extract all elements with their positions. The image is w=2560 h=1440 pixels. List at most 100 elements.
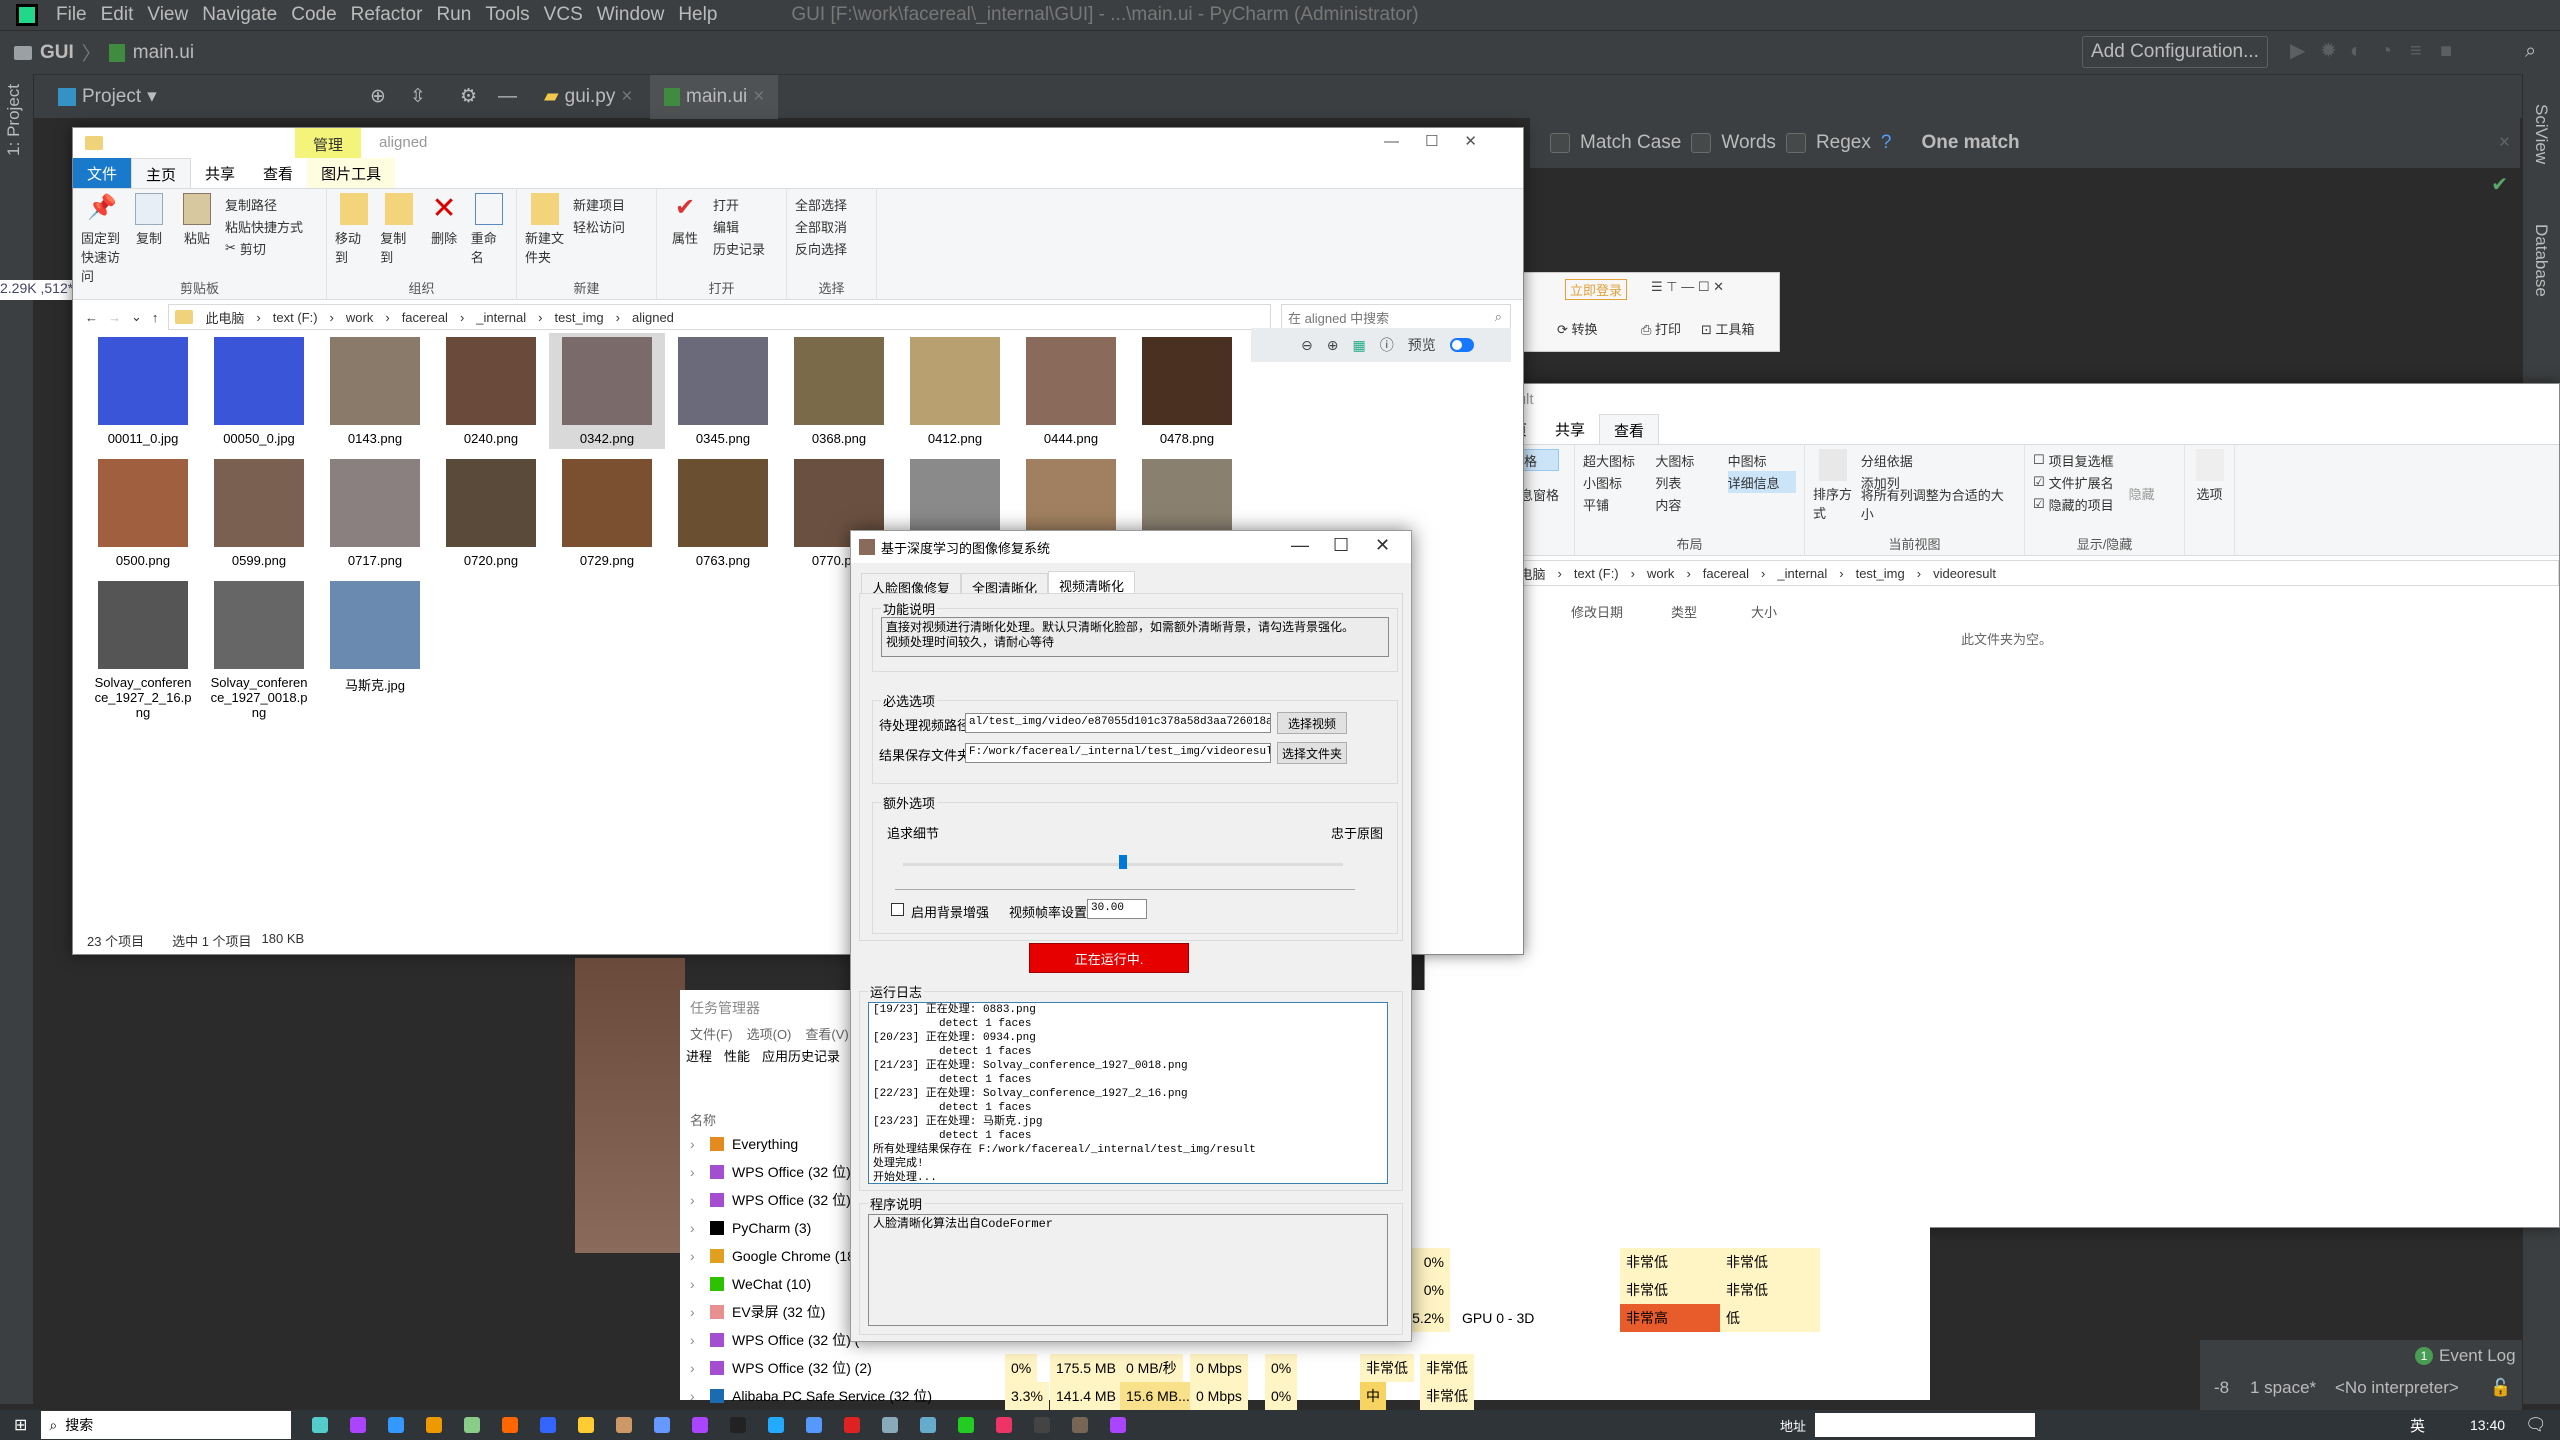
- clock[interactable]: 13:40: [2470, 1417, 2505, 1433]
- zoom-in-icon[interactable]: ⊕: [1327, 337, 1339, 354]
- path-segment[interactable]: facereal: [402, 310, 448, 325]
- path-segment[interactable]: work: [1647, 566, 1674, 581]
- database-tool-button[interactable]: Database: [2531, 224, 2551, 297]
- layout-tiles[interactable]: 平铺: [1583, 493, 1651, 515]
- breadcrumb-gui[interactable]: GUI: [40, 42, 74, 64]
- file-item[interactable]: 00011_0.jpg: [85, 333, 201, 449]
- file-item[interactable]: 0729.png: [549, 455, 665, 571]
- fit-columns-button[interactable]: 将所有列调整为合适的大小: [1861, 488, 2016, 522]
- menu-vcs[interactable]: VCS: [544, 4, 583, 26]
- tab-picture-tools[interactable]: 图片工具: [307, 158, 396, 188]
- recent-icon[interactable]: ⌄: [131, 309, 142, 325]
- file-item[interactable]: 0444.png: [1013, 333, 1129, 449]
- path-segment[interactable]: aligned: [632, 310, 674, 325]
- edit-button[interactable]: 编辑: [713, 215, 765, 237]
- layout-icon[interactable]: ▦: [1352, 337, 1365, 354]
- notification-icon[interactable]: 🗨: [2525, 1415, 2547, 1435]
- layout-extra-large[interactable]: 超大图标: [1583, 449, 1651, 471]
- history-button[interactable]: 历史记录: [713, 237, 765, 259]
- expand-icon[interactable]: ›: [690, 1248, 695, 1264]
- file-item[interactable]: 00050_0.jpg: [201, 333, 317, 449]
- taskbar-app-icon[interactable]: [1110, 1417, 1127, 1433]
- file-item[interactable]: Solvay_conference_1927_2_16.png: [85, 577, 201, 723]
- file-ext-toggle[interactable]: ☑ 文件扩展名: [2033, 471, 2114, 493]
- address-toolbar-input[interactable]: [1815, 1413, 2035, 1437]
- layout-content[interactable]: 内容: [1655, 493, 1723, 515]
- taskbar-app-icon[interactable]: [1072, 1417, 1089, 1433]
- file-item[interactable]: 0345.png: [665, 333, 781, 449]
- expand-icon[interactable]: ›: [690, 1192, 695, 1208]
- search-input[interactable]: 在 aligned 中搜索 ⌕: [1281, 304, 1511, 330]
- start-icon[interactable]: ⊞: [14, 1415, 27, 1435]
- taskbar-app-icon[interactable]: [502, 1417, 519, 1433]
- expand-icon[interactable]: ›: [690, 1304, 695, 1320]
- coverage-icon[interactable]: ◐: [2350, 41, 2370, 61]
- file-item[interactable]: 0368.png: [781, 333, 897, 449]
- event-log-button[interactable]: 1 Event Log: [2415, 1346, 2516, 1366]
- path-segment[interactable]: test_img: [555, 310, 604, 325]
- layout-small[interactable]: 小图标: [1583, 471, 1651, 493]
- taskbar-app-icon[interactable]: [578, 1417, 595, 1433]
- breadcrumb-main-ui[interactable]: main.ui: [133, 42, 194, 64]
- path-segment[interactable]: test_img: [1856, 566, 1905, 581]
- window-controls[interactable]: —☐✕: [1384, 132, 1503, 150]
- file-item[interactable]: 0717.png: [317, 455, 433, 571]
- group-by-button[interactable]: 分组依据: [1861, 449, 2016, 471]
- tm-menu-options[interactable]: 选项(O): [747, 1024, 792, 1043]
- menu-view[interactable]: View: [147, 4, 188, 26]
- login-button[interactable]: 立即登录: [1565, 279, 1628, 300]
- col-type[interactable]: 类型: [1671, 602, 1751, 621]
- menu-navigate[interactable]: Navigate: [202, 4, 277, 26]
- zoom-out-icon[interactable]: ⊖: [1301, 337, 1313, 354]
- taskbar-app-icon[interactable]: [806, 1417, 823, 1433]
- path-segment[interactable]: text (F:): [1574, 566, 1619, 581]
- easy-access-button[interactable]: 轻松访问: [573, 215, 625, 237]
- run-log[interactable]: [19/23] 正在处理: 0883.png detect 1 faces [20…: [868, 1002, 1388, 1184]
- expand-icon[interactable]: ›: [690, 1388, 695, 1404]
- preview-toggle[interactable]: [1449, 338, 1474, 352]
- taskbar-app-icon[interactable]: [844, 1417, 861, 1433]
- help-icon[interactable]: ?: [1881, 132, 1892, 154]
- expand-icon[interactable]: ›: [690, 1164, 695, 1180]
- tab-view[interactable]: 查看: [1599, 414, 1660, 444]
- choose-video-button[interactable]: 选择视频: [1277, 712, 1347, 734]
- tm-tab-processes[interactable]: 进程: [686, 1046, 712, 1065]
- menu-help[interactable]: Help: [678, 4, 717, 26]
- project-tool-button[interactable]: 1: Project: [4, 84, 24, 156]
- gear-icon[interactable]: ⚙: [460, 85, 477, 108]
- slider-thumb[interactable]: [1119, 855, 1127, 869]
- file-item[interactable]: 马斯克.jpg: [317, 577, 433, 723]
- hidden-items-toggle[interactable]: ☑ 隐藏的项目: [2033, 493, 2114, 515]
- convert-button[interactable]: ⟳ 转换: [1557, 319, 1598, 338]
- close-button[interactable]: ✕: [1375, 535, 1390, 556]
- menu-code[interactable]: Code: [291, 4, 336, 26]
- copy-path-button[interactable]: 复制路径: [225, 193, 303, 215]
- expand-icon[interactable]: ›: [690, 1360, 695, 1376]
- menu-edit[interactable]: Edit: [101, 4, 134, 26]
- taskbar-search[interactable]: ⌕ 搜索: [41, 1411, 292, 1439]
- file-item[interactable]: 0763.png: [665, 455, 781, 571]
- file-item[interactable]: 0412.png: [897, 333, 1013, 449]
- tm-menu-view[interactable]: 查看(V): [805, 1024, 848, 1043]
- minimize-button[interactable]: —: [1291, 535, 1309, 556]
- taskbar-app-icon[interactable]: [464, 1417, 481, 1433]
- profile-icon[interactable]: ◔: [2380, 41, 2400, 61]
- path-segment[interactable]: text (F:): [273, 310, 318, 325]
- ime-indicator[interactable]: 英: [2410, 1415, 2425, 1436]
- layout-medium[interactable]: 中图标: [1728, 449, 1796, 471]
- menu-refactor[interactable]: Refactor: [351, 4, 423, 26]
- add-configuration-button[interactable]: Add Configuration...: [2082, 36, 2268, 68]
- taskbar-app-icon[interactable]: [692, 1417, 709, 1433]
- path-segment[interactable]: 此电脑: [205, 308, 244, 327]
- menu-window[interactable]: Window: [597, 4, 665, 26]
- paste-shortcut-button[interactable]: 粘贴快捷方式: [225, 215, 303, 237]
- interpreter-status[interactable]: <No interpreter>: [2335, 1378, 2459, 1398]
- file-item[interactable]: 0720.png: [433, 455, 549, 571]
- layout-large[interactable]: 大图标: [1655, 449, 1723, 471]
- expand-icon[interactable]: ›: [690, 1220, 695, 1236]
- taskbar-app-icon[interactable]: [996, 1417, 1013, 1433]
- locate-icon[interactable]: ⊕: [370, 85, 386, 108]
- close-icon[interactable]: ×: [753, 86, 764, 108]
- path-segment[interactable]: _internal: [476, 310, 526, 325]
- save-dir-input[interactable]: F:/work/facereal/_internal/test_img/vide…: [965, 743, 1271, 763]
